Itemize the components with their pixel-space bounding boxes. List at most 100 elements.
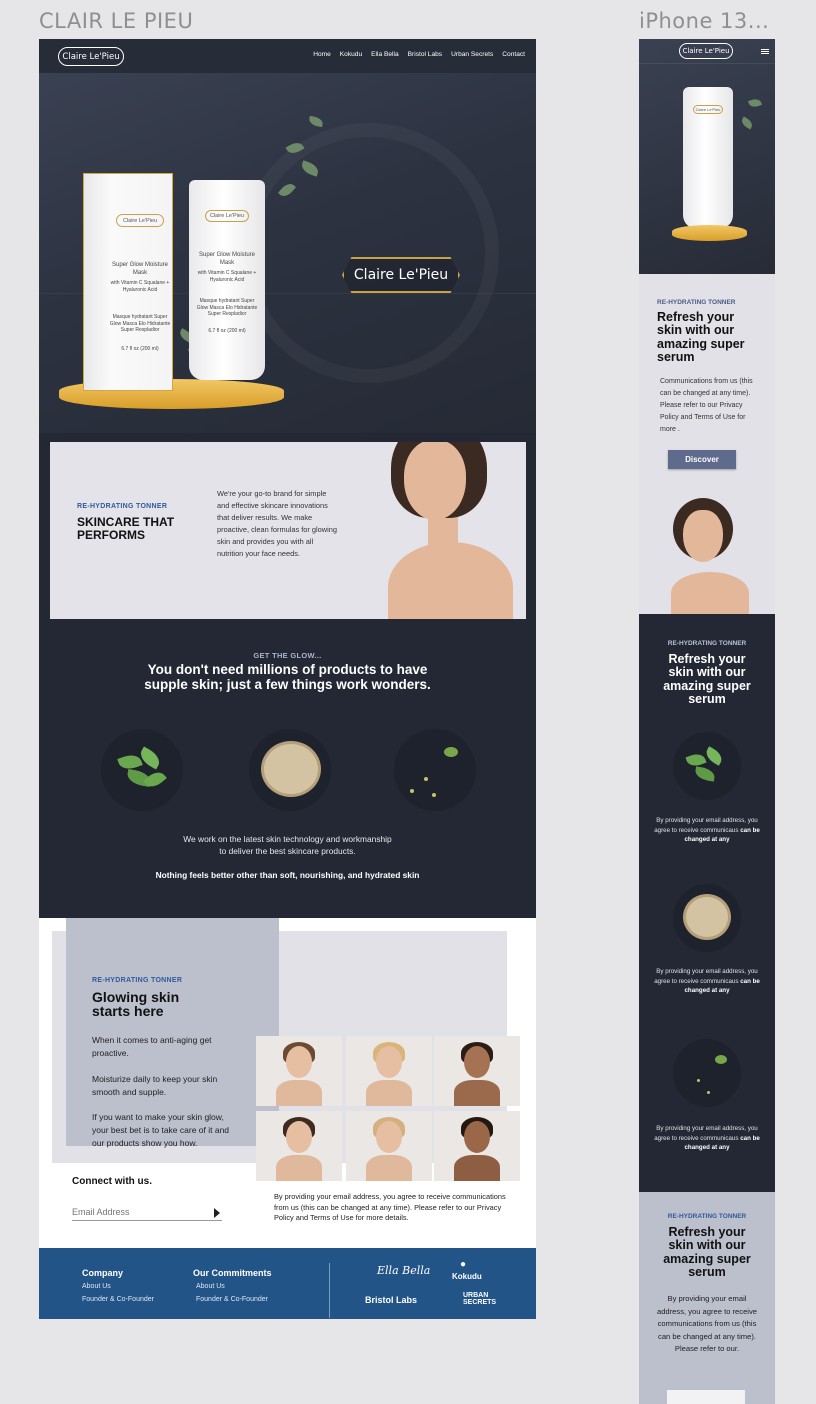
- mobile-title-line: Refresh your: [657, 310, 735, 324]
- mobile-frame: Claire Le'Pieu Claire Le'Pieu RE-HYDRATI…: [639, 39, 775, 1404]
- leaf-decor: [143, 768, 167, 791]
- mobile-title-line: amazing super: [663, 1251, 751, 1266]
- glowing-title-line: Glowing skin: [92, 989, 180, 1005]
- about-title: SKINCARE THAT PERFORMS: [77, 516, 174, 542]
- brand-urban-secrets[interactable]: URBAN SECRETS: [463, 1292, 496, 1306]
- model-portrait: [368, 442, 518, 619]
- glow-body-line: to deliver the best skincare products.: [219, 845, 356, 856]
- footer-link[interactable]: Founder & Co-Founder: [82, 1296, 154, 1303]
- tube-features: Masque hydratant Super Glow Masca Elo Hi…: [196, 298, 258, 317]
- mobile-dark-eyebrow: RE-HYDRATING TONNER: [667, 640, 747, 647]
- mobile-model-portrait: [661, 494, 753, 614]
- footer-divider: [329, 1263, 330, 1318]
- footer-commit-title: Our Commitments: [193, 1268, 272, 1278]
- leaf-decor: [747, 97, 763, 109]
- mobile-logo[interactable]: Claire Le'Pieu: [679, 43, 733, 59]
- leaf-decor: [694, 766, 716, 782]
- brand-kokudu[interactable]: Kokudu: [452, 1272, 482, 1281]
- model-photo: [346, 1036, 432, 1106]
- kokudu-icon: ●: [459, 1259, 467, 1270]
- mobile-product-tube: Claire Le'Pieu: [683, 87, 733, 229]
- glowing-p2: Moisturize daily to keep your skin smoot…: [92, 1074, 218, 1097]
- seed-decor: [697, 1079, 700, 1082]
- tube-size: 6.7 fl oz (200 ml): [208, 328, 246, 334]
- email-input[interactable]: [72, 1203, 222, 1221]
- about-body: We're your go-to brand for simple and ef…: [217, 489, 337, 558]
- mobile-title-line: Refresh your: [668, 1225, 746, 1239]
- brand-bristol-labs[interactable]: Bristol Labs: [365, 1295, 417, 1305]
- tube-badge: Claire Le'Pieu: [205, 210, 249, 222]
- mobile-intro-body: Communications from us (this can be chan…: [660, 378, 753, 433]
- glow-body: We work on the latest skin technology an…: [39, 834, 536, 857]
- leaf-decor: [136, 746, 164, 770]
- ingredient-seed-circle: [394, 729, 476, 811]
- leaf-decor: [703, 746, 725, 766]
- mobile-dark-title: Refresh your skin with our amazing super…: [639, 652, 775, 707]
- mobile-plant-circle: [673, 732, 741, 800]
- footer: Company About Us Founder & Co-Founder Ou…: [39, 1248, 536, 1319]
- nav-ella-bella[interactable]: Ella Bella: [371, 51, 399, 58]
- mobile-card-text: By providing your email address, you agr…: [653, 967, 761, 996]
- model-photo: [434, 1111, 520, 1181]
- model-face: [683, 510, 723, 562]
- sprout-decor: [715, 1055, 727, 1064]
- nav-contact[interactable]: Contact: [502, 51, 525, 58]
- leaf-decor: [308, 115, 324, 128]
- ingredient-plant-circle: [101, 729, 183, 811]
- mobile-title-line: Refresh your: [668, 652, 746, 666]
- wood-slice: [683, 894, 731, 940]
- mobile-bottom-section: RE-HYDRATING TONNER Refresh your skin wi…: [639, 1192, 775, 1404]
- top-nav: Claire Le'Pieu Home Kokudu Ella Bella Br…: [39, 39, 536, 73]
- mobile-dark-section: RE-HYDRATING TONNER Refresh your skin wi…: [639, 614, 775, 1192]
- mobile-title-line: skin with our: [668, 1238, 746, 1253]
- mobile-bottom-eyebrow: RE-HYDRATING TONNER: [667, 1213, 747, 1220]
- glowing-skin-section: RE-HYDRATING TONNER Glowing skin starts …: [39, 918, 536, 1248]
- seed-decor: [432, 793, 436, 797]
- seed-decor: [410, 789, 414, 793]
- brand-ella-bella[interactable]: Ella Bella: [377, 1264, 430, 1277]
- glow-heading-block: GET THE GLOW... You don't need millions …: [39, 651, 536, 692]
- mobile-title-line: serum: [657, 350, 695, 365]
- glow-heading-line: You don't need millions of products to h…: [147, 662, 428, 677]
- leaf-decor: [739, 116, 755, 130]
- model-photo: [256, 1111, 342, 1181]
- nav-home[interactable]: Home: [313, 51, 331, 58]
- product-tube: Claire Le'Pieu Super Glow Moisture Mask …: [189, 180, 265, 380]
- desktop-frame: Claire Le'Pieu Home Kokudu Ella Bella Br…: [39, 39, 536, 1319]
- model-shoulders: [671, 572, 749, 614]
- hero-gold-logo: Claire Le'Pieu: [342, 257, 460, 293]
- footer-link[interactable]: Founder & Co-Founder: [196, 1296, 268, 1303]
- seed-decor: [707, 1091, 710, 1094]
- mobile-discover-button[interactable]: Discover: [668, 450, 736, 469]
- model-photo: [256, 1036, 342, 1106]
- box-features: Masque hydratant Super Glow Masca Elo Hi…: [109, 314, 171, 333]
- footer-link[interactable]: About Us: [82, 1283, 111, 1290]
- footer-link[interactable]: About Us: [196, 1283, 225, 1290]
- ingredient-wood-circle: [249, 729, 331, 811]
- nav-bristol-labs[interactable]: Bristol Labs: [408, 51, 442, 58]
- mobile-title-line: skin with our: [668, 665, 746, 680]
- glow-body-line: We work on the latest skin technology an…: [183, 834, 392, 844]
- box-sub: with Vitamin C Squalane + Hyaluronic Aci…: [110, 280, 170, 293]
- tube-sub: with Vitamin C Squalane + Hyaluronic Aci…: [197, 270, 257, 283]
- connect-disclaimer: By providing your email address, you agr…: [274, 1192, 506, 1222]
- nav-urban-secrets[interactable]: Urban Secrets: [451, 51, 493, 58]
- glowing-title-line: starts here: [92, 1003, 164, 1019]
- wood-slice: [261, 741, 321, 797]
- mobile-card-text: By providing your email address, you agr…: [653, 1124, 761, 1153]
- mobile-bottom-image: [667, 1390, 745, 1404]
- about-card: RE-HYDRATING TONNER SKINCARE THAT PERFOR…: [50, 442, 526, 619]
- submit-arrow-icon[interactable]: [214, 1208, 220, 1218]
- box-badge: Claire Le'Pieu: [116, 214, 164, 227]
- mobile-nav-divider: [639, 63, 775, 64]
- mobile-pedestal: [672, 225, 747, 241]
- brand-logo[interactable]: Claire Le'Pieu: [58, 47, 124, 66]
- mobile-seed-circle: [673, 1039, 741, 1107]
- nav-kokudu[interactable]: Kokudu: [340, 51, 362, 58]
- glow-tagline: Nothing feels better other than soft, no…: [155, 870, 420, 880]
- glow-heading: You don't need millions of products to h…: [39, 662, 536, 692]
- about-title-line: PERFORMS: [77, 528, 146, 542]
- mobile-title-line: skin with our: [657, 323, 735, 338]
- hamburger-menu-icon[interactable]: [761, 49, 769, 50]
- mobile-bottom-body: By providing your email address, you agr…: [656, 1294, 758, 1353]
